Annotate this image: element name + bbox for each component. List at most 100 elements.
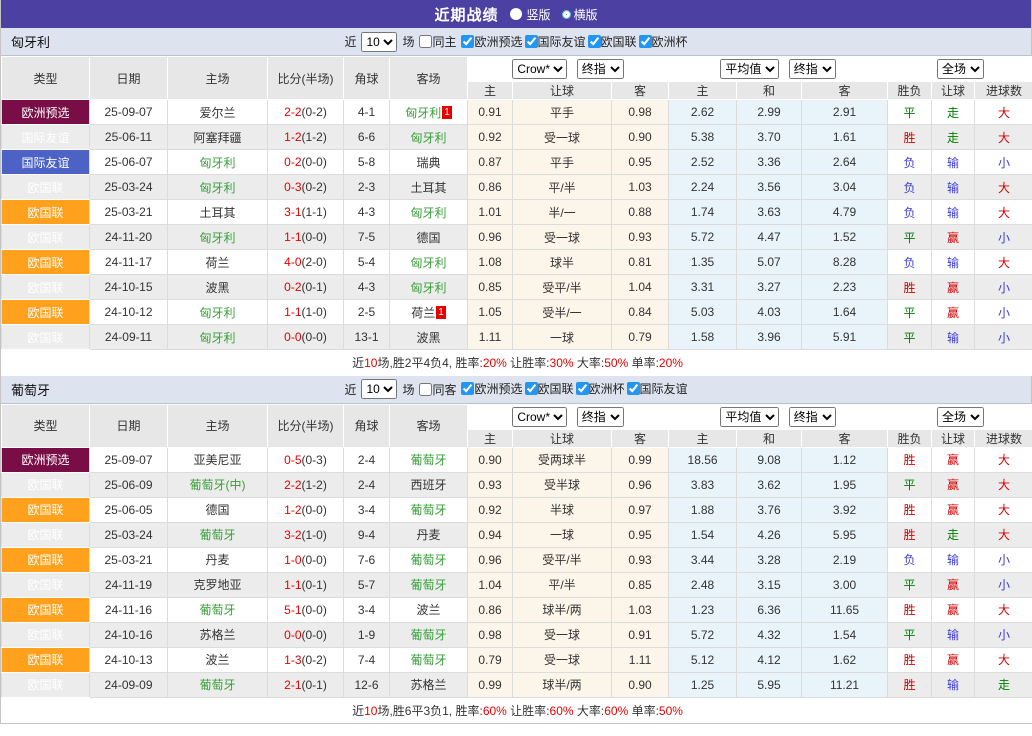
handicap-away-odds-cell: 0.84 xyxy=(612,300,669,325)
home-team-cell: 德国 xyxy=(168,497,268,522)
match-date-cell: 24-10-13 xyxy=(90,647,168,672)
corners-cell: 2-3 xyxy=(344,175,390,200)
team-name: 西班牙 xyxy=(410,478,446,492)
final-index-select-2[interactable]: 终指 xyxy=(789,59,836,79)
match-row: 欧国联24-11-19克罗地亚1-1(0-1)5-7葡萄牙1.04平/半0.85… xyxy=(2,572,1032,597)
half-score: (1-0) xyxy=(302,528,327,542)
odds-provider-select[interactable]: Crow* xyxy=(512,407,567,427)
away-team-cell: 葡萄牙 xyxy=(390,547,468,572)
away-team-cell: 葡萄牙 xyxy=(390,497,468,522)
goals-result-cell: 小 xyxy=(975,325,1032,350)
radio-unselected-icon[interactable] xyxy=(510,8,522,20)
avg-away-odds-cell: 2.91 xyxy=(802,100,888,125)
team-name: 德国 xyxy=(205,503,229,517)
match-row: 欧国联24-11-17荷兰4-0(2-0)5-4匈牙利1.08球半0.811.3… xyxy=(2,250,1032,275)
team-name: 荷兰 xyxy=(205,256,229,270)
avg-draw-odds-cell: 3.36 xyxy=(737,150,802,175)
full-score: 0-0 xyxy=(284,628,301,642)
home-team-cell: 波兰 xyxy=(168,647,268,672)
half-score: (0-0) xyxy=(302,553,327,567)
radio-selected-icon[interactable] xyxy=(563,11,570,18)
goals-result-cell: 大 xyxy=(975,100,1032,125)
score-cell: 5-1(0-0) xyxy=(268,597,344,622)
league-filter-checkbox[interactable] xyxy=(525,35,538,48)
corners-cell: 6-6 xyxy=(344,125,390,150)
corners-cell: 4-3 xyxy=(344,275,390,300)
goals-result-cell: 小 xyxy=(975,150,1032,175)
result-cell: 胜 xyxy=(888,672,932,697)
same-venue-checkbox[interactable] xyxy=(419,35,432,48)
league-filter[interactable]: 欧国联 xyxy=(588,33,637,50)
corners-cell: 7-4 xyxy=(344,647,390,672)
summary-text: 单率: xyxy=(628,356,659,370)
league-filter[interactable]: 国际友谊 xyxy=(627,380,688,397)
full-score: 0-3 xyxy=(284,180,301,194)
team-name-label: 葡萄牙 xyxy=(11,380,50,399)
handicap-away-odds-cell: 0.93 xyxy=(612,547,669,572)
result-cell: 胜 xyxy=(888,597,932,622)
league-filter-checkbox[interactable] xyxy=(525,382,538,395)
full-match-select[interactable]: 全场 xyxy=(937,407,984,427)
league-filter-checkbox[interactable] xyxy=(588,35,601,48)
final-index-select[interactable]: 终指 xyxy=(577,407,624,427)
score-cell: 1-1(0-1) xyxy=(268,572,344,597)
avg-home-odds-cell: 2.62 xyxy=(669,100,737,125)
team-name: 葡萄牙 xyxy=(410,503,446,517)
half-score: (0-3) xyxy=(302,453,327,467)
league-filter[interactable]: 欧洲杯 xyxy=(576,380,625,397)
handicap-result-cell: 赢 xyxy=(932,225,975,250)
goals-result-cell: 大 xyxy=(975,200,1032,225)
league-filter[interactable]: 欧洲杯 xyxy=(639,33,688,50)
league-filter-checkbox[interactable] xyxy=(639,35,652,48)
team-name: 阿塞拜疆 xyxy=(193,131,241,145)
layout-radio-vertical[interactable]: 竖版 xyxy=(510,6,550,23)
match-date-cell: 25-06-11 xyxy=(90,125,168,150)
handicap-result-cell: 赢 xyxy=(932,275,975,300)
home-team-cell: 匈牙利 xyxy=(168,175,268,200)
avg-away-odds-cell: 2.19 xyxy=(802,547,888,572)
avg-away-odds-cell: 1.62 xyxy=(802,647,888,672)
same-venue-checkbox[interactable] xyxy=(419,383,432,396)
full-score: 1-0 xyxy=(284,553,301,567)
avg-home-odds-cell: 5.72 xyxy=(669,225,737,250)
handicap-result-cell: 走 xyxy=(932,522,975,547)
handicap-home-odds-cell: 1.01 xyxy=(468,200,513,225)
same-venue-filter[interactable]: 同主 xyxy=(419,33,456,50)
league-filter[interactable]: 欧洲预选 xyxy=(461,33,522,50)
full-score: 5-1 xyxy=(284,603,301,617)
odds-provider-select[interactable]: Crow* xyxy=(512,59,567,79)
league-filter[interactable]: 欧洲预选 xyxy=(461,380,522,397)
handicap-result-cell: 赢 xyxy=(932,597,975,622)
league-filter-checkbox[interactable] xyxy=(627,382,640,395)
average-select[interactable]: 平均值 xyxy=(720,59,779,79)
avg-draw-odds-cell: 4.47 xyxy=(737,225,802,250)
final-index-select-2[interactable]: 终指 xyxy=(789,407,836,427)
league-filter-checkbox[interactable] xyxy=(461,382,474,395)
league-filter-checkbox[interactable] xyxy=(461,35,474,48)
same-venue-filter[interactable]: 同客 xyxy=(419,381,456,398)
half-score: (1-0) xyxy=(302,305,327,319)
score-cell: 2-2(0-2) xyxy=(268,100,344,125)
summary-stat-value: 60% xyxy=(604,704,628,718)
league-filter-group: 欧洲预选国际友谊欧国联欧洲杯 xyxy=(459,33,687,51)
league-filter[interactable]: 国际友谊 xyxy=(525,33,586,50)
recent-count-select[interactable]: 10 xyxy=(361,379,397,399)
league-filter[interactable]: 欧国联 xyxy=(525,380,574,397)
score-cell: 0-0(0-0) xyxy=(268,325,344,350)
final-index-select[interactable]: 终指 xyxy=(577,59,624,79)
team-name: 土耳其 xyxy=(410,181,446,195)
subcol-goals: 进球数 xyxy=(975,82,1032,100)
subcol-handicap-result: 让球 xyxy=(932,429,975,447)
handicap-home-odds-cell: 0.86 xyxy=(468,175,513,200)
handicap-line-cell: 受平/半 xyxy=(513,275,612,300)
full-match-select[interactable]: 全场 xyxy=(937,59,984,79)
layout-radio-horizontal[interactable]: 横版 xyxy=(563,6,598,23)
team-name: 亚美尼亚 xyxy=(193,453,241,467)
match-row: 欧国联25-06-09葡萄牙(中)2-2(1-2)2-4西班牙0.93受半球0.… xyxy=(2,472,1032,497)
games-label: 场 xyxy=(402,381,414,398)
avg-draw-odds-cell: 4.26 xyxy=(737,522,802,547)
average-select[interactable]: 平均值 xyxy=(720,407,779,427)
handicap-result-cell: 赢 xyxy=(932,572,975,597)
league-filter-checkbox[interactable] xyxy=(576,382,589,395)
recent-count-select[interactable]: 10 xyxy=(361,32,397,52)
